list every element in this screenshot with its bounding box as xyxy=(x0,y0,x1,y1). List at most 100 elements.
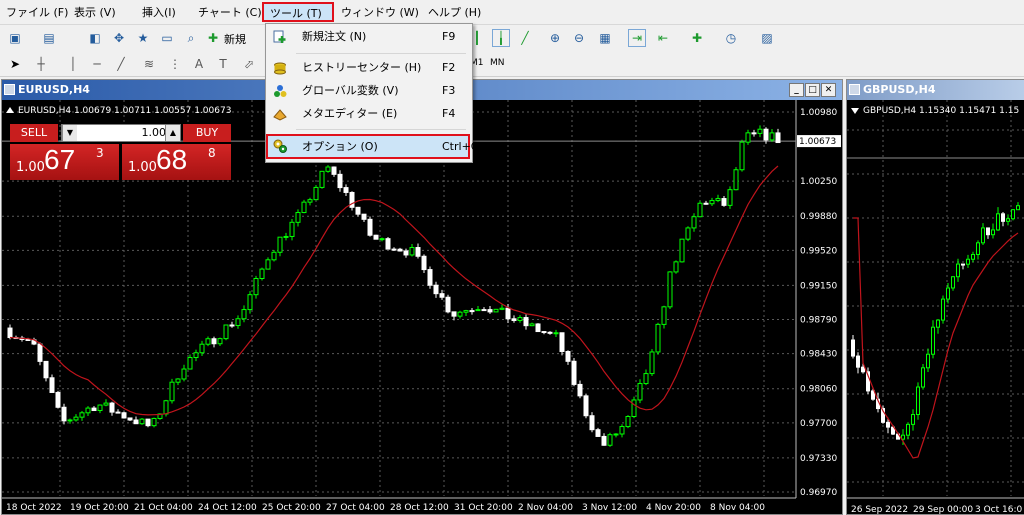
candle-body xyxy=(331,166,337,175)
time-tick-label: 29 Sep 00:00 xyxy=(913,505,973,514)
time-tick-label: 19 Oct 20:00 xyxy=(70,503,129,513)
candle-body xyxy=(25,338,31,341)
candle-body xyxy=(571,360,577,385)
menu-item-new-order[interactable]: 新規注文 (N) F9 xyxy=(266,26,470,48)
lot-size-input[interactable]: ▼ 1.00 ▲ xyxy=(61,124,181,142)
candle-body xyxy=(906,423,910,436)
buy-button[interactable]: BUY xyxy=(183,124,231,142)
crosshair-icon[interactable]: ┼ xyxy=(32,55,50,73)
time-tick-label: 26 Sep 2022 xyxy=(851,505,908,514)
channel-icon[interactable]: ⋮ xyxy=(166,55,184,73)
candle-body xyxy=(223,324,229,340)
line-studies-toolbar: ➤ ┼ │ ─ ╱ ≋ ⋮ A T ⬀ M1 MN xyxy=(0,52,1024,77)
profiles-icon[interactable]: ▤ xyxy=(40,29,58,47)
sell-price-box[interactable]: 1.00 67 3 xyxy=(10,144,119,180)
menu-window[interactable]: ウィンドウ (W) xyxy=(341,5,419,21)
candle-body xyxy=(697,202,703,218)
zoom-in-icon[interactable]: ⊕ xyxy=(546,29,564,47)
chart-shift-icon[interactable]: ⇤ xyxy=(654,29,672,47)
candle-body xyxy=(661,306,667,325)
sell-button[interactable]: SELL xyxy=(10,124,58,142)
candle-body xyxy=(487,309,493,313)
new-order-icon[interactable]: ✚ xyxy=(204,29,222,47)
candle-body xyxy=(427,269,433,286)
candle-body xyxy=(211,338,217,345)
terminal-icon[interactable]: ▭ xyxy=(158,29,176,47)
line-chart-icon[interactable]: ╱ xyxy=(516,29,534,47)
candle-body xyxy=(625,416,631,428)
menu-item-global-variables[interactable]: グローバル変数 (V) F3 xyxy=(266,80,470,102)
menu-help[interactable]: ヘルプ (H) xyxy=(428,5,481,21)
menu-item-history-center[interactable]: ヒストリーセンター (H) F2 xyxy=(266,57,470,79)
menu-tools[interactable]: ツール (T) xyxy=(262,2,334,22)
horizontal-line-icon[interactable]: ─ xyxy=(88,55,106,73)
menu-item-shortcut: F9 xyxy=(442,30,456,43)
candle-body xyxy=(295,212,301,223)
candle-body xyxy=(421,255,427,271)
trendline-icon[interactable]: ╱ xyxy=(112,55,130,73)
menu-file[interactable]: ファイル (F) xyxy=(6,5,68,21)
candle-body xyxy=(577,383,583,397)
one-click-trading-panel: SELL ▼ 1.00 ▲ BUY 1.00 67 3 1.00 68 8 xyxy=(10,124,231,180)
time-tick-label: 31 Oct 20:00 xyxy=(454,503,513,513)
candle-body xyxy=(337,173,343,189)
menu-item-options[interactable]: オプション (O) Ctrl+O xyxy=(266,134,479,159)
candle-body xyxy=(553,332,559,335)
candle-body xyxy=(851,339,855,357)
candle-body xyxy=(361,213,367,220)
candle-body xyxy=(679,238,685,263)
zoom-out-icon[interactable]: ⊖ xyxy=(570,29,588,47)
auto-scroll-icon[interactable]: ⇥ xyxy=(628,29,646,47)
candle-body xyxy=(926,353,930,369)
indicators-icon[interactable]: ✚ xyxy=(688,29,706,47)
candle-body xyxy=(493,308,499,313)
cursor-icon[interactable]: ➤ xyxy=(6,55,24,73)
text-label-icon[interactable]: T xyxy=(214,55,232,73)
fibonacci-icon[interactable]: ≋ xyxy=(140,55,158,73)
history-center-icon xyxy=(274,62,286,75)
vertical-line-icon[interactable]: │ xyxy=(64,55,82,73)
period-mn[interactable]: MN xyxy=(490,58,505,68)
crosshair-move-icon[interactable]: ✥ xyxy=(110,29,128,47)
time-tick-label: 27 Oct 04:00 xyxy=(326,503,385,513)
lot-up-icon[interactable]: ▲ xyxy=(165,125,180,141)
buy-price-big: 68 xyxy=(156,144,188,175)
candle-body xyxy=(55,391,61,408)
new-chart-icon[interactable]: ▣ xyxy=(6,29,24,47)
close-button[interactable]: ✕ xyxy=(821,83,836,97)
time-tick-label: 28 Oct 12:00 xyxy=(390,503,449,513)
strategy-tester-icon[interactable]: ⌕ xyxy=(182,29,200,47)
menu-view[interactable]: 表示 (V) xyxy=(74,5,116,21)
candle-body xyxy=(951,276,955,289)
candle-body xyxy=(643,373,649,385)
gbpusd-chart[interactable]: GBPUSD,H4 1.15340 1.15471 1.15 26 Sep 202… xyxy=(847,100,1024,514)
new-order-label[interactable]: 新規 xyxy=(224,31,246,47)
candle-chart-icon[interactable]: ╽ xyxy=(492,29,510,47)
tile-windows-icon[interactable]: ▦ xyxy=(596,29,614,47)
text-icon[interactable]: A xyxy=(190,55,208,73)
maximize-button[interactable]: □ xyxy=(805,83,820,97)
candle-body xyxy=(235,318,241,327)
arrows-icon[interactable]: ⬀ xyxy=(240,55,258,73)
buy-price-box[interactable]: 1.00 68 8 xyxy=(122,144,231,180)
global-variables-icon xyxy=(274,85,287,97)
menu-chart[interactable]: チャート (C) xyxy=(198,5,262,21)
templates-icon[interactable]: ▨ xyxy=(758,29,776,47)
gbpusd-title-bar[interactable]: GBPUSD,H4 xyxy=(847,80,1024,100)
candle-body xyxy=(956,263,960,278)
candle-body xyxy=(673,261,679,273)
candle-body xyxy=(589,415,595,431)
minimize-button[interactable]: _ xyxy=(789,83,804,97)
candle-body xyxy=(385,238,391,250)
gbpusd-chart-window[interactable]: GBPUSD,H4 GBPUSD,H4 1.15340 1.15471 1.15… xyxy=(846,79,1024,515)
market-watch-icon[interactable]: ◧ xyxy=(86,29,104,47)
favorites-icon[interactable]: ★ xyxy=(134,29,152,47)
candle-body xyxy=(715,198,721,202)
menu-item-metaeditor[interactable]: メタエディター (E) F4 xyxy=(266,103,470,125)
sell-price-prefix: 1.00 xyxy=(16,160,45,175)
candle-body xyxy=(613,433,619,436)
menu-insert[interactable]: 挿入(I) xyxy=(142,5,176,21)
periods-icon[interactable]: ◷ xyxy=(722,29,740,47)
lot-down-icon[interactable]: ▼ xyxy=(62,125,77,141)
candle-body xyxy=(637,383,643,401)
